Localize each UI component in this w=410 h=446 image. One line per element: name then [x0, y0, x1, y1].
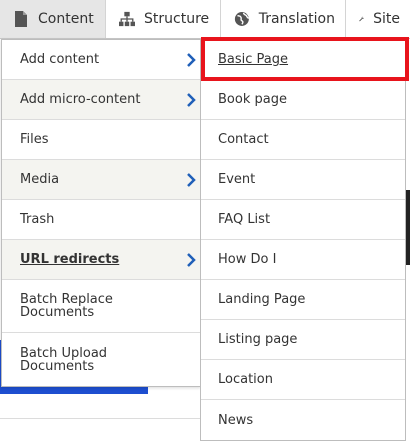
submenu-item-label: Basic Page: [218, 52, 289, 67]
menu-item-label: Files: [20, 132, 49, 147]
menu-item-media[interactable]: Media: [2, 160, 200, 200]
toolbar-site-tab[interactable]: Site: [346, 0, 410, 38]
chevron-right-icon: [187, 252, 196, 267]
file-icon: [15, 11, 27, 27]
submenu-item-label: Event: [218, 172, 256, 187]
menu-item-label: Add micro-content: [20, 92, 141, 107]
submenu-item-listing-page[interactable]: Listing page: [201, 320, 405, 360]
menu-item-label: Media: [20, 172, 60, 187]
submenu-item-faq-list[interactable]: FAQ List: [201, 200, 405, 240]
menu-item-label: Batch Replace Documents: [20, 292, 113, 320]
menu-item-add-content[interactable]: Add content: [2, 40, 200, 80]
submenu-item-label: How Do I: [218, 252, 277, 267]
toolbar-content-label: Content: [38, 11, 94, 27]
sitemap-icon: [119, 11, 135, 27]
wrench-icon: [359, 16, 364, 22]
submenu-item-book-page[interactable]: Book page: [201, 80, 405, 120]
menu-item-trash[interactable]: Trash: [2, 200, 200, 240]
toolbar-translation-label: Translation: [258, 11, 335, 27]
chevron-right-icon: [187, 92, 196, 107]
menu-item-add-micro-content[interactable]: Add micro-content: [2, 80, 200, 120]
submenu-item-label: Book page: [218, 92, 287, 107]
submenu-item-label: Contact: [218, 132, 269, 147]
submenu-item-basic-page[interactable]: Basic Page: [201, 40, 405, 80]
submenu-item-location[interactable]: Location: [201, 360, 405, 400]
menu-item-label: Batch Upload Documents: [20, 345, 108, 374]
submenu-item-label: FAQ List: [218, 212, 271, 227]
menu-item-label: URL redirects: [20, 252, 120, 267]
menu-item-batch-upload-documents[interactable]: Batch Upload Documents: [2, 333, 200, 386]
submenu-item-how-do-i[interactable]: How Do I: [201, 240, 405, 280]
admin-toolbar: Content Structure Translation Site: [0, 0, 410, 39]
submenu-item-contact[interactable]: Contact: [201, 120, 405, 160]
chevron-right-icon: [187, 52, 196, 67]
menu-item-files[interactable]: Files: [2, 120, 200, 160]
toolbar-translation-tab[interactable]: Translation: [221, 0, 346, 38]
submenu-item-label: News: [218, 412, 254, 428]
submenu-item-news[interactable]: News: [201, 400, 405, 440]
menu-item-url-redirects[interactable]: URL redirects: [2, 240, 200, 280]
toolbar-content-tab[interactable]: Content: [0, 0, 106, 38]
menu-item-label: Trash: [20, 212, 55, 227]
menu-item-label: Add content: [20, 52, 100, 67]
chevron-right-icon: [187, 172, 196, 187]
background-divider: [0, 418, 200, 419]
add-content-submenu: Basic Page Book page Contact Event FAQ L…: [200, 39, 406, 441]
content-dropdown-menu: Add content Add micro-content Files Medi…: [1, 39, 201, 387]
menu-item-batch-replace-documents[interactable]: Batch Replace Documents: [2, 280, 200, 333]
submenu-item-label: Landing Page: [218, 292, 306, 307]
submenu-item-landing-page[interactable]: Landing Page: [201, 280, 405, 320]
submenu-item-label: Location: [218, 372, 273, 387]
toolbar-structure-tab[interactable]: Structure: [106, 0, 221, 38]
toolbar-site-label: Site: [373, 11, 400, 27]
submenu-item-event[interactable]: Event: [201, 160, 405, 200]
globe-icon: [234, 12, 249, 26]
submenu-item-label: Listing page: [218, 332, 298, 347]
toolbar-structure-label: Structure: [144, 11, 210, 27]
